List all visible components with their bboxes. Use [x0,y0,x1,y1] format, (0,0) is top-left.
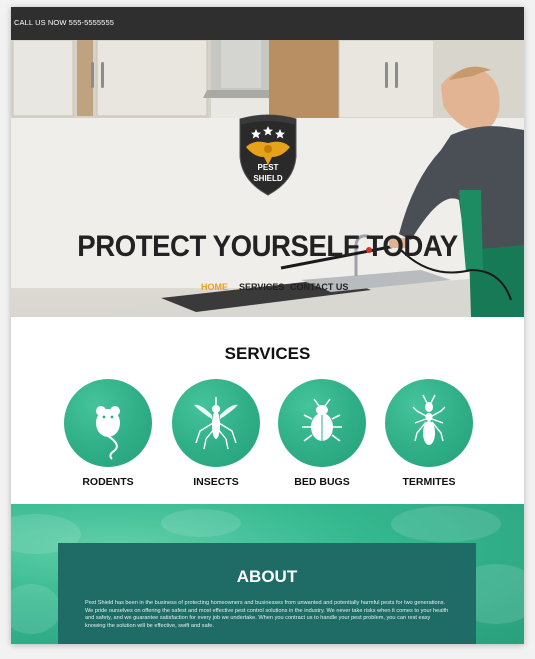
shield-logo-icon [239,114,297,196]
termite-icon [412,394,446,445]
mosquito-icon [194,397,238,450]
leaf-decoration [161,509,241,537]
main-nav: HOME SERVICES CONTACT US [11,282,524,296]
service-insects[interactable]: INSECTS [171,379,261,489]
service-bed-bugs-label: BED BUGS [294,476,350,488]
services-heading: SERVICES [224,344,311,363]
about-box: ABOUT Pest Shield has been in the busine… [58,543,476,644]
services-section: SERVICES RODENTS INSECTS BED BUGS TERMIT… [11,317,524,504]
service-insects-label: INSECTS [193,476,239,488]
nav-contact-link[interactable]: CONTACT US [290,282,348,292]
phone-number[interactable]: CALL US NOW 555-5555555 [14,18,114,27]
about-paragraph: Pest Shield has been in the business of … [85,600,449,629]
pest-shield-logo[interactable]: PEST SHIELD [232,113,304,197]
service-termites-circle[interactable] [385,379,473,467]
service-rodents-circle[interactable] [64,379,152,467]
service-termites[interactable]: TERMITES [384,379,474,489]
service-rodents[interactable]: RODENTS [63,379,153,489]
service-insects-circle[interactable] [172,379,260,467]
nav-services-link[interactable]: SERVICES [239,282,284,292]
page-frame: CALL US NOW 555-5555555 PEST SHIELD PROT… [11,7,524,644]
about-section: ABOUT Pest Shield has been in the busine… [11,504,524,644]
service-rodents-label: RODENTS [82,476,134,488]
service-bed-bugs[interactable]: BED BUGS [277,379,367,489]
nav-home-link[interactable]: HOME [201,282,228,292]
bedbug-icon [302,398,342,442]
hero-section: PEST SHIELD PROTECT YOURSELF TODAY HOME … [11,40,524,317]
service-bed-bugs-circle[interactable] [278,379,366,467]
about-heading: ABOUT [236,567,298,586]
logo-text-pest: PEST [257,163,279,172]
leaf-decoration [11,584,61,634]
top-bar: CALL US NOW 555-5555555 [11,7,524,40]
hero-title: PROTECT YOURSELF TODAY [77,230,458,263]
service-termites-label: TERMITES [402,476,456,488]
mouse-icon [96,406,120,460]
logo-text-shield: SHIELD [253,174,283,183]
leaf-decoration [391,506,501,542]
